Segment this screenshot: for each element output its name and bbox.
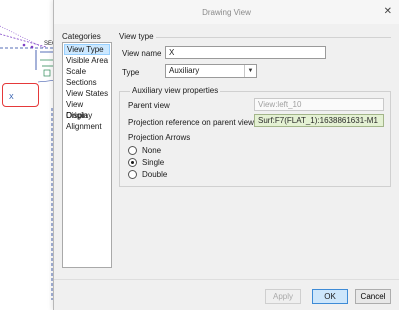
category-visible-area[interactable]: Visible Area [64,55,110,66]
chevron-down-icon[interactable]: ▼ [244,65,256,77]
callout-label: X [9,94,14,101]
category-sections[interactable]: Sections [64,77,110,88]
parent-view-field: View:left_10 [254,98,384,111]
section-divider [156,37,391,38]
drawing-view-dialog: Drawing View ✕ Categories View Type Visi… [53,0,399,310]
radio-double-label: Double [142,169,168,179]
ok-button[interactable]: OK [312,289,348,304]
category-view-type[interactable]: View Type [64,44,110,55]
projection-reference-label: Projection reference on parent view [128,118,254,127]
drawing-canvas[interactable]: SEC X [0,0,60,310]
category-alignment[interactable]: Alignment [64,121,110,132]
projection-arrows-label: Projection Arrows [128,133,191,142]
type-select-value: Auxiliary [169,66,200,75]
category-scale[interactable]: Scale [64,66,110,77]
view-name-label: View name [122,49,162,58]
radio-double[interactable]: Double [128,169,167,179]
parent-view-label: Parent view [128,101,170,110]
auxiliary-properties-title: Auxiliary view properties [130,86,221,95]
view-name-input[interactable]: X [165,46,326,59]
type-select[interactable]: Auxiliary ▼ [165,64,257,78]
radio-double-indicator[interactable] [128,169,137,179]
category-origin[interactable]: Origin [64,110,110,121]
radio-single-indicator[interactable] [128,157,137,167]
footer-divider [54,279,399,280]
section-title: View type [119,32,154,41]
radio-single-label: Single [142,157,165,167]
categories-list[interactable]: View Type Visible Area Scale Sections Vi… [62,42,112,268]
view-callout[interactable]: X [2,83,39,107]
radio-none-indicator[interactable] [128,145,137,155]
projection-reference-collector[interactable]: Surf:F7(FLAT_1):1638861631-M1 [254,114,384,127]
radio-none[interactable]: None [128,145,161,155]
radio-single[interactable]: Single [128,157,164,167]
category-view-states[interactable]: View States [64,88,110,99]
type-label: Type [122,68,140,77]
close-icon[interactable]: ✕ [384,6,392,17]
dialog-title: Drawing View [202,8,251,17]
radio-none-label: None [142,145,162,155]
categories-heading: Categories [62,32,101,41]
category-view-display[interactable]: View Display [64,99,110,120]
cancel-button[interactable]: Cancel [355,289,391,304]
title-bar[interactable]: Drawing View ✕ [54,0,399,24]
apply-button[interactable]: Apply [265,289,301,304]
